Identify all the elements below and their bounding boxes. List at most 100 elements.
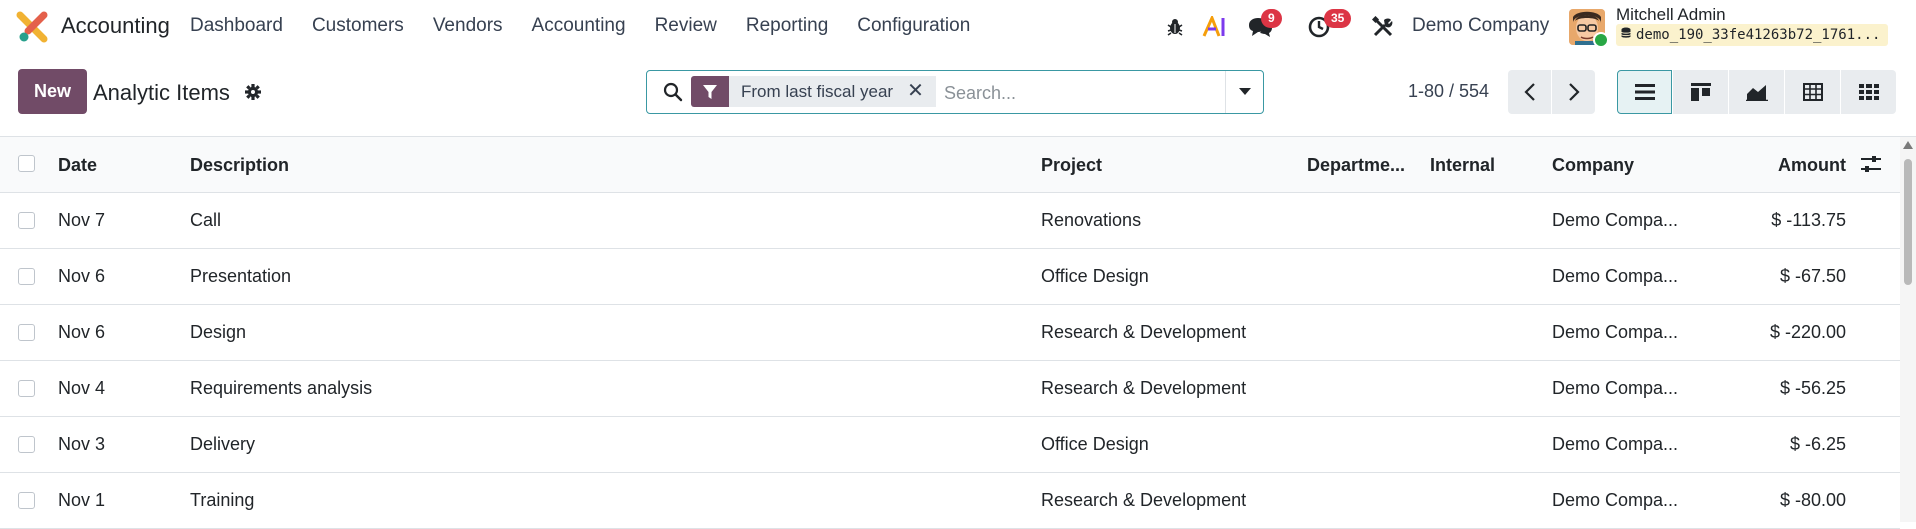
menu-item-customers[interactable]: Customers xyxy=(312,15,404,37)
pager-value[interactable]: 1-80 / 554 xyxy=(1408,81,1489,102)
cell-date: Nov 4 xyxy=(58,378,106,398)
bug-icon[interactable] xyxy=(1162,14,1188,40)
column-header-internal[interactable]: Internal xyxy=(1430,151,1495,179)
kanban-view-button[interactable] xyxy=(1673,70,1728,114)
search-bar: From last fiscal year ✕ xyxy=(646,70,1264,114)
table-row[interactable]: Nov 3 Delivery Office Design Demo Compa.… xyxy=(0,417,1900,473)
cell-description: Training xyxy=(190,490,255,510)
column-header-date[interactable]: Date xyxy=(58,151,97,179)
pivot-view-button[interactable] xyxy=(1785,70,1840,114)
table-row[interactable]: Nov 6 Presentation Office Design Demo Co… xyxy=(0,249,1900,305)
row-checkbox[interactable] xyxy=(18,212,35,229)
row-checkbox[interactable] xyxy=(18,380,35,397)
menu-item-configuration[interactable]: Configuration xyxy=(857,15,970,37)
menu-item-dashboard[interactable]: Dashboard xyxy=(190,15,283,37)
close-icon[interactable]: ✕ xyxy=(907,76,924,107)
main-menu: Dashboard Customers Vendors Accounting R… xyxy=(190,15,999,37)
company-switcher[interactable]: Demo Company xyxy=(1412,15,1549,37)
filter-icon xyxy=(691,76,729,107)
online-status-dot xyxy=(1593,32,1609,48)
column-header-project[interactable]: Project xyxy=(1041,151,1102,179)
cell-date: Nov 1 xyxy=(58,490,106,510)
column-header-amount[interactable]: Amount xyxy=(1778,151,1846,179)
menu-item-vendors[interactable]: Vendors xyxy=(433,15,503,37)
pager-next-button[interactable] xyxy=(1552,70,1595,114)
table-row[interactable]: Nov 1 Training Research & Development De… xyxy=(0,473,1900,529)
cell-amount: $ -56.25 xyxy=(1779,378,1846,398)
column-header-department[interactable]: Departme... xyxy=(1307,151,1417,179)
graph-view-button[interactable] xyxy=(1729,70,1784,114)
menu-item-accounting[interactable]: Accounting xyxy=(532,15,626,37)
cell-date: Nov 7 xyxy=(58,210,106,230)
cell-company: Demo Compa... xyxy=(1552,210,1679,230)
graph-view-icon xyxy=(1745,85,1768,101)
page-title[interactable]: Analytic Items xyxy=(93,80,230,106)
scroll-up-arrow-icon[interactable] xyxy=(1903,141,1913,149)
menu-item-reporting[interactable]: Reporting xyxy=(746,15,828,37)
cell-date: Nov 6 xyxy=(58,322,106,342)
caret-down-icon xyxy=(1239,83,1251,101)
search-facet: From last fiscal year ✕ xyxy=(691,76,936,107)
app-logo-icon[interactable] xyxy=(16,11,48,43)
new-button[interactable]: New xyxy=(18,69,87,114)
list-view-icon xyxy=(1634,84,1655,100)
table-row[interactable]: Nov 4 Requirements analysis Research & D… xyxy=(0,361,1900,417)
analytic-items-table: Date Description Project Departme... Int… xyxy=(0,137,1900,529)
cell-company: Demo Compa... xyxy=(1552,490,1679,510)
search-icon[interactable] xyxy=(663,82,683,102)
column-header-description[interactable]: Description xyxy=(190,151,289,179)
cell-company: Demo Compa... xyxy=(1552,434,1679,454)
column-header-company[interactable]: Company xyxy=(1552,151,1634,179)
app-name[interactable]: Accounting xyxy=(61,13,170,39)
chat-icon[interactable]: 9 xyxy=(1247,9,1282,40)
cell-description: Requirements analysis xyxy=(190,378,373,398)
ai-icon[interactable] xyxy=(1202,14,1228,40)
menu-item-review[interactable]: Review xyxy=(655,15,717,37)
scrollbar-thumb[interactable] xyxy=(1904,159,1912,285)
cell-company: Demo Compa... xyxy=(1552,378,1679,398)
cell-project: Research & Development xyxy=(1041,490,1247,510)
user-name[interactable]: Mitchell Admin xyxy=(1616,5,1726,25)
row-checkbox[interactable] xyxy=(18,324,35,341)
search-options-toggle[interactable] xyxy=(1225,71,1264,113)
cell-project: Research & Development xyxy=(1041,378,1247,398)
cell-date: Nov 6 xyxy=(58,266,106,286)
search-input[interactable] xyxy=(942,79,1226,107)
database-chip[interactable]: demo_190_33fe41263b72_1761... xyxy=(1616,24,1888,46)
cell-description: Design xyxy=(190,322,247,342)
top-navbar: Accounting Dashboard Customers Vendors A… xyxy=(0,0,1916,54)
table-row[interactable]: Nov 7 Call Renovations Demo Compa... $ -… xyxy=(0,193,1900,249)
control-panel: New Analytic Items From last fiscal year… xyxy=(0,54,1916,137)
database-icon xyxy=(1621,24,1633,46)
row-checkbox[interactable] xyxy=(18,436,35,453)
table-header: Date Description Project Departme... Int… xyxy=(0,137,1900,193)
tools-icon[interactable] xyxy=(1370,14,1396,40)
pivot-view-icon xyxy=(1802,83,1823,101)
grid-view-button[interactable] xyxy=(1841,70,1896,114)
row-checkbox[interactable] xyxy=(18,268,35,285)
gear-icon[interactable] xyxy=(244,83,262,101)
activity-clock-icon[interactable]: 35 xyxy=(1306,9,1352,40)
grid-view-icon xyxy=(1858,84,1879,100)
activities-badge: 35 xyxy=(1324,9,1352,28)
cell-amount: $ -67.50 xyxy=(1779,266,1846,286)
cell-amount: $ -113.75 xyxy=(1771,210,1846,230)
cell-company: Demo Compa... xyxy=(1552,266,1679,286)
chevron-right-icon xyxy=(1568,83,1580,101)
cell-amount: $ -220.00 xyxy=(1769,322,1846,342)
cell-description: Presentation xyxy=(190,266,292,286)
cell-date: Nov 3 xyxy=(58,434,106,454)
cell-project: Office Design xyxy=(1041,266,1149,286)
select-all-checkbox[interactable] xyxy=(18,155,35,172)
cell-description: Delivery xyxy=(190,434,256,454)
cell-company: Demo Compa... xyxy=(1552,322,1679,342)
table-row[interactable]: Nov 6 Design Research & Development Demo… xyxy=(0,305,1900,361)
row-checkbox[interactable] xyxy=(18,492,35,509)
cell-amount: $ -6.25 xyxy=(1789,434,1846,454)
pager-previous-button[interactable] xyxy=(1508,70,1551,114)
cell-project: Renovations xyxy=(1041,210,1142,230)
list-scrollbar[interactable] xyxy=(1900,137,1916,522)
list-view-button[interactable] xyxy=(1617,70,1672,114)
optional-columns-icon[interactable] xyxy=(1860,153,1882,175)
cell-project: Research & Development xyxy=(1041,322,1247,342)
